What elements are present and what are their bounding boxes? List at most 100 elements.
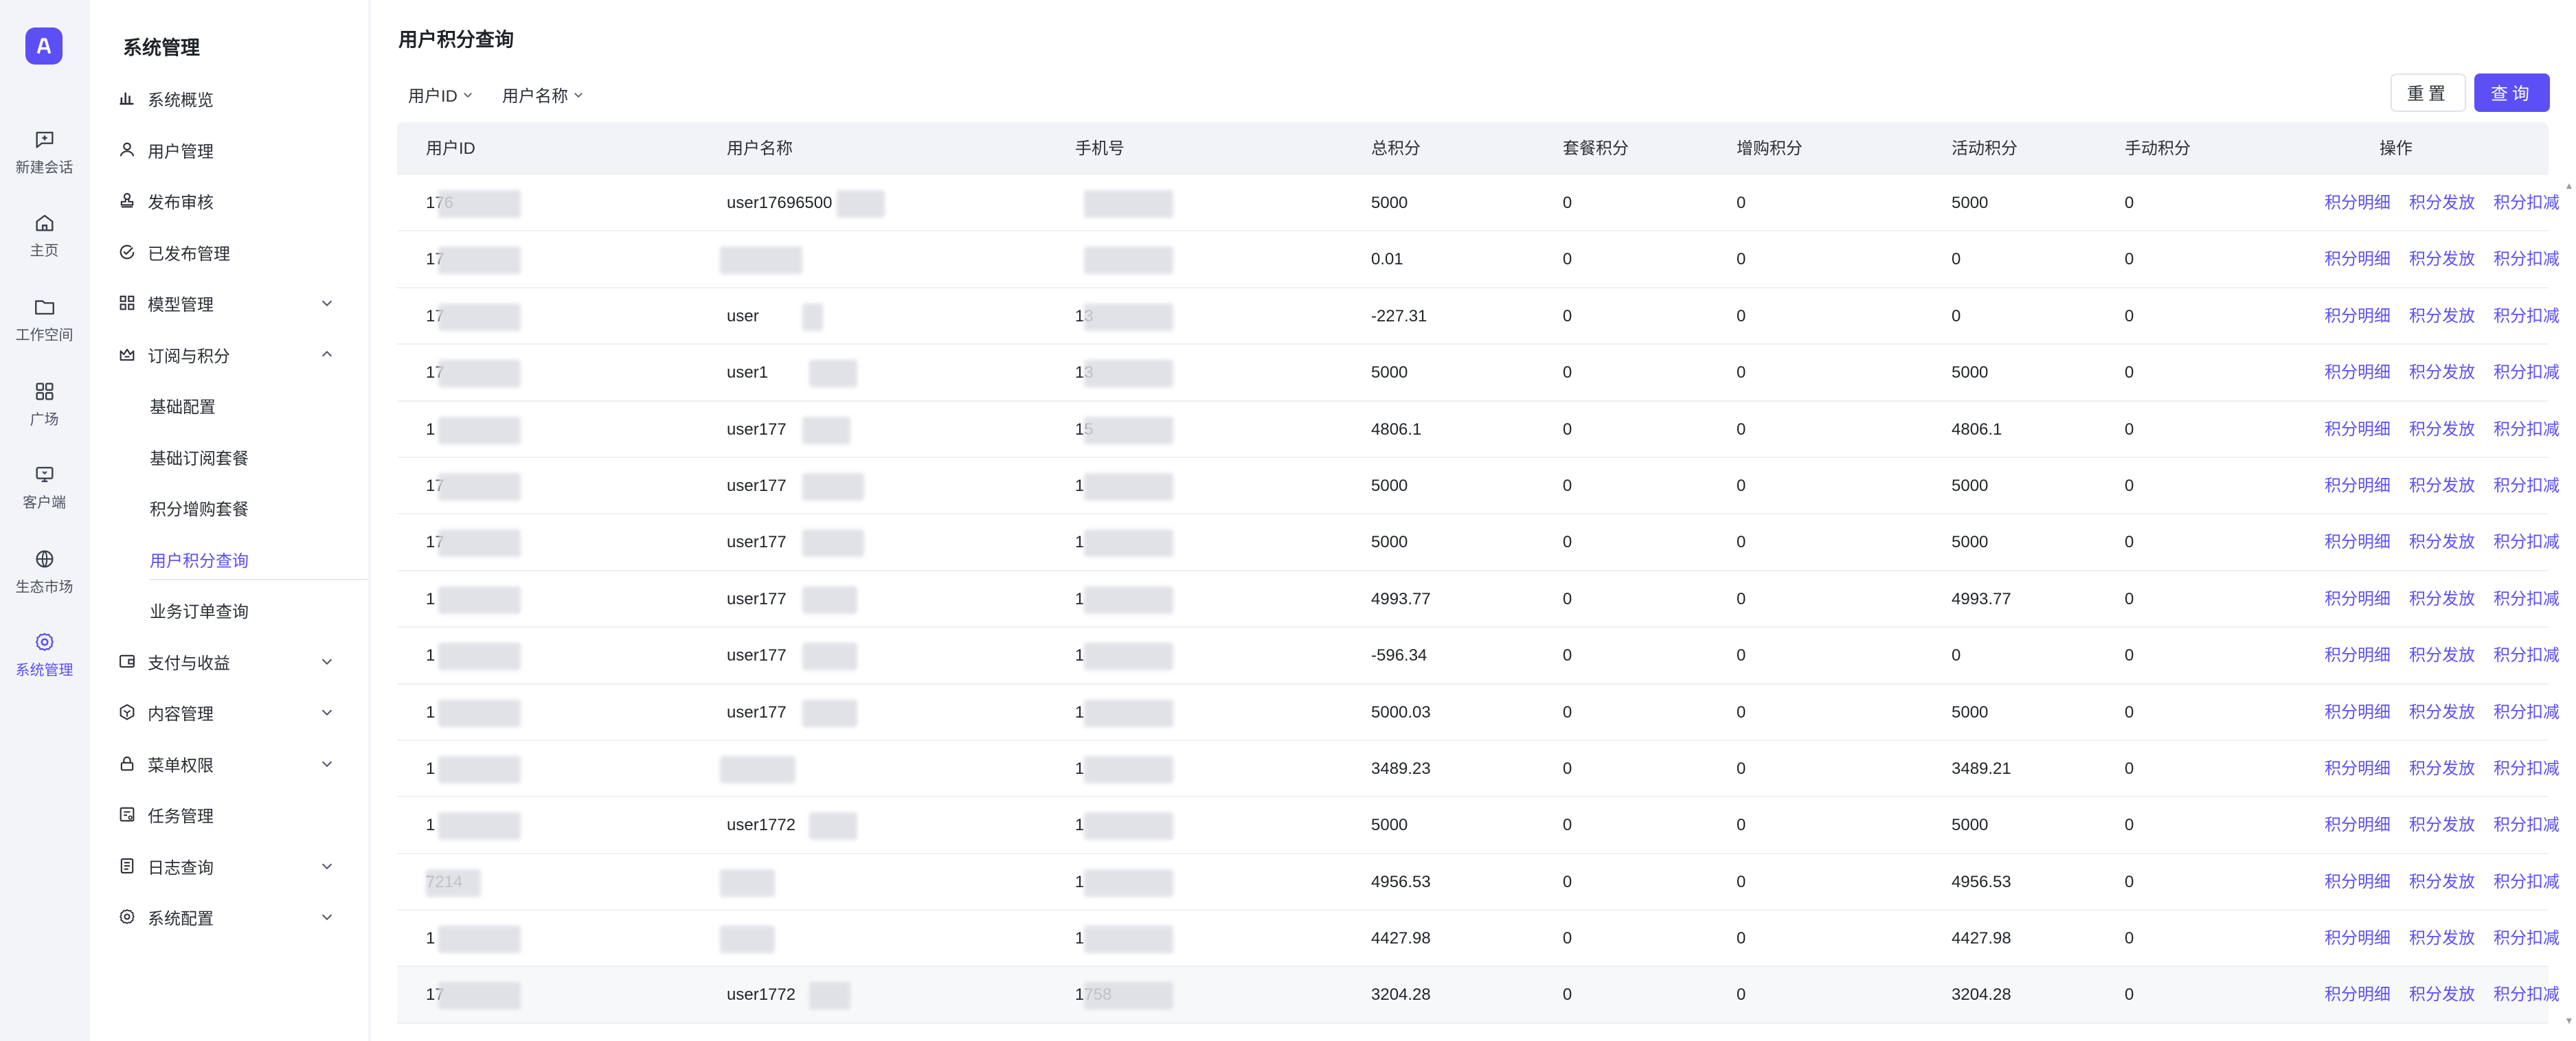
sidebar-item-basic-subscription-plans[interactable]: 基础订阅套餐 xyxy=(150,435,358,478)
points-grant-link[interactable]: 积分发放 xyxy=(2409,628,2475,684)
sidebar-item-model-management[interactable]: 模型管理 xyxy=(117,282,359,324)
cell-total-points: 4956.53 xyxy=(1371,872,1431,891)
points-grant-link[interactable]: 积分发放 xyxy=(2409,231,2475,288)
points-deduct-link[interactable]: 积分扣减 xyxy=(2494,685,2560,741)
privacy-mask xyxy=(1084,982,1173,1010)
points-deduct-link[interactable]: 积分扣减 xyxy=(2494,288,2560,345)
points-grant-link[interactable]: 积分发放 xyxy=(2409,911,2475,967)
sidebar-item-points-addon-plans[interactable]: 积分增购套餐 xyxy=(150,486,358,529)
points-grant-link[interactable]: 积分发放 xyxy=(2409,345,2475,401)
points-deduct-link[interactable]: 积分扣减 xyxy=(2494,175,2560,231)
points-detail-link[interactable]: 积分明细 xyxy=(2325,514,2391,571)
points-grant-link[interactable]: 积分发放 xyxy=(2409,175,2475,231)
sidebar-item-subscription-points[interactable]: 订阅与积分 xyxy=(117,333,359,376)
cell-addon-points: 0 xyxy=(1737,929,1746,948)
cell-total-points: -227.31 xyxy=(1371,306,1427,325)
filter-user-id-dropdown[interactable]: 用户ID xyxy=(408,82,474,106)
blocks-icon xyxy=(120,295,135,310)
points-detail-link[interactable]: 积分明细 xyxy=(2325,571,2391,628)
points-detail-link[interactable]: 积分明细 xyxy=(2325,288,2391,345)
points-grant-link[interactable]: 积分发放 xyxy=(2409,458,2475,514)
points-detail-link[interactable]: 积分明细 xyxy=(2325,175,2391,231)
cell-plan-points: 0 xyxy=(1563,646,1572,665)
privacy-mask xyxy=(802,303,823,331)
column-header-manual-points[interactable]: 手动积分 xyxy=(2125,122,2191,175)
points-deduct-link[interactable]: 积分扣减 xyxy=(2494,911,2560,967)
cell-user-name: user177 xyxy=(727,589,787,608)
points-grant-link[interactable]: 积分发放 xyxy=(2409,854,2475,911)
points-detail-link[interactable]: 积分明细 xyxy=(2325,967,2391,1023)
cell-manual-points: 0 xyxy=(2125,363,2134,382)
points-detail-link[interactable]: 积分明细 xyxy=(2325,231,2391,288)
points-detail-link[interactable]: 积分明细 xyxy=(2325,911,2391,967)
cell-activity-points: 3204.28 xyxy=(1952,985,2011,1005)
scroll-up-arrow[interactable]: ▲ xyxy=(2564,180,2574,191)
table-row: 1user177154806.1004806.10积分明细积分发放积分扣减 xyxy=(397,402,2560,458)
app-logo[interactable] xyxy=(25,27,63,65)
points-deduct-link[interactable]: 积分扣减 xyxy=(2494,231,2560,288)
column-header-user-id[interactable]: 用户ID xyxy=(426,122,475,175)
points-deduct-link[interactable]: 积分扣减 xyxy=(2494,458,2560,514)
rail-new-chat[interactable]: 新建会话 xyxy=(0,128,89,177)
privacy-mask xyxy=(1084,755,1173,783)
column-header-activity-points[interactable]: 活动积分 xyxy=(1952,122,2018,175)
rail-home[interactable]: 主页 xyxy=(0,211,89,260)
points-grant-link[interactable]: 积分发放 xyxy=(2409,967,2475,1023)
sidebar-item-publish-review[interactable]: 发布审核 xyxy=(117,179,359,222)
cell-manual-points: 0 xyxy=(2125,306,2134,325)
points-detail-link[interactable]: 积分明细 xyxy=(2325,402,2391,458)
sidebar-item-system-overview[interactable]: 系统概览 xyxy=(117,77,359,119)
rail-plaza[interactable]: 广场 xyxy=(0,380,89,429)
points-grant-link[interactable]: 积分发放 xyxy=(2409,571,2475,628)
query-button[interactable]: 查询 xyxy=(2474,73,2550,112)
points-grant-link[interactable]: 积分发放 xyxy=(2409,402,2475,458)
points-deduct-link[interactable]: 积分扣减 xyxy=(2494,402,2560,458)
points-detail-link[interactable]: 积分明细 xyxy=(2325,741,2391,797)
cell-total-points: 5000 xyxy=(1371,476,1408,495)
sidebar-item-log-query[interactable]: 日志查询 xyxy=(117,845,359,887)
points-grant-link[interactable]: 积分发放 xyxy=(2409,288,2475,345)
points-detail-link[interactable]: 积分明细 xyxy=(2325,797,2391,854)
sidebar-item-business-order-query[interactable]: 业务订单查询 xyxy=(150,588,358,631)
points-deduct-link[interactable]: 积分扣减 xyxy=(2494,571,2560,628)
points-grant-link[interactable]: 积分发放 xyxy=(2409,741,2475,797)
sidebar-item-task-management[interactable]: 任务管理 xyxy=(117,793,359,836)
sidebar-item-menu-permissions[interactable]: 菜单权限 xyxy=(117,742,359,785)
points-deduct-link[interactable]: 积分扣减 xyxy=(2494,345,2560,401)
sidebar-item-system-config[interactable]: 系统配置 xyxy=(117,895,359,938)
column-header-user-name[interactable]: 用户名称 xyxy=(727,122,793,175)
rail-system-admin[interactable]: 系统管理 xyxy=(0,630,89,680)
points-detail-link[interactable]: 积分明细 xyxy=(2325,685,2391,741)
sidebar-item-payment-revenue[interactable]: 支付与收益 xyxy=(117,640,359,683)
points-deduct-link[interactable]: 积分扣减 xyxy=(2494,628,2560,684)
points-detail-link[interactable]: 积分明细 xyxy=(2325,458,2391,514)
points-detail-link[interactable]: 积分明细 xyxy=(2325,854,2391,911)
points-grant-link[interactable]: 积分发放 xyxy=(2409,797,2475,854)
points-detail-link[interactable]: 积分明细 xyxy=(2325,628,2391,684)
column-header-plan-points[interactable]: 套餐积分 xyxy=(1563,122,1629,175)
scroll-down-arrow[interactable]: ▼ xyxy=(2564,1015,2574,1026)
sidebar-item-user-management[interactable]: 用户管理 xyxy=(117,128,359,171)
rail-client[interactable]: 客户端 xyxy=(0,463,89,512)
points-deduct-link[interactable]: 积分扣减 xyxy=(2494,741,2560,797)
sidebar-item-user-points-query[interactable]: 用户积分查询 xyxy=(150,538,368,580)
sidebar-item-published-management[interactable]: 已发布管理 xyxy=(117,231,359,273)
points-detail-link[interactable]: 积分明细 xyxy=(2325,345,2391,401)
filter-user-name-dropdown[interactable]: 用户名称 xyxy=(502,82,585,106)
points-grant-link[interactable]: 积分发放 xyxy=(2409,514,2475,571)
column-header-addon-points[interactable]: 增购积分 xyxy=(1737,122,1803,175)
points-deduct-link[interactable]: 积分扣减 xyxy=(2494,797,2560,854)
column-header-total-points[interactable]: 总积分 xyxy=(1371,122,1421,175)
points-grant-link[interactable]: 积分发放 xyxy=(2409,685,2475,741)
privacy-mask xyxy=(1084,926,1173,954)
sidebar-item-basic-config[interactable]: 基础配置 xyxy=(150,384,358,426)
column-header-phone[interactable]: 手机号 xyxy=(1075,122,1125,175)
points-deduct-link[interactable]: 积分扣减 xyxy=(2494,854,2560,911)
cell-user-name: user177 xyxy=(727,646,787,665)
points-deduct-link[interactable]: 积分扣减 xyxy=(2494,514,2560,571)
rail-ecosystem-market[interactable]: 生态市场 xyxy=(0,547,89,597)
rail-workspace[interactable]: 工作空间 xyxy=(0,295,89,345)
sidebar-item-content-management[interactable]: 内容管理 xyxy=(117,691,359,733)
points-deduct-link[interactable]: 积分扣减 xyxy=(2494,967,2560,1023)
reset-button[interactable]: 重置 xyxy=(2391,73,2466,112)
